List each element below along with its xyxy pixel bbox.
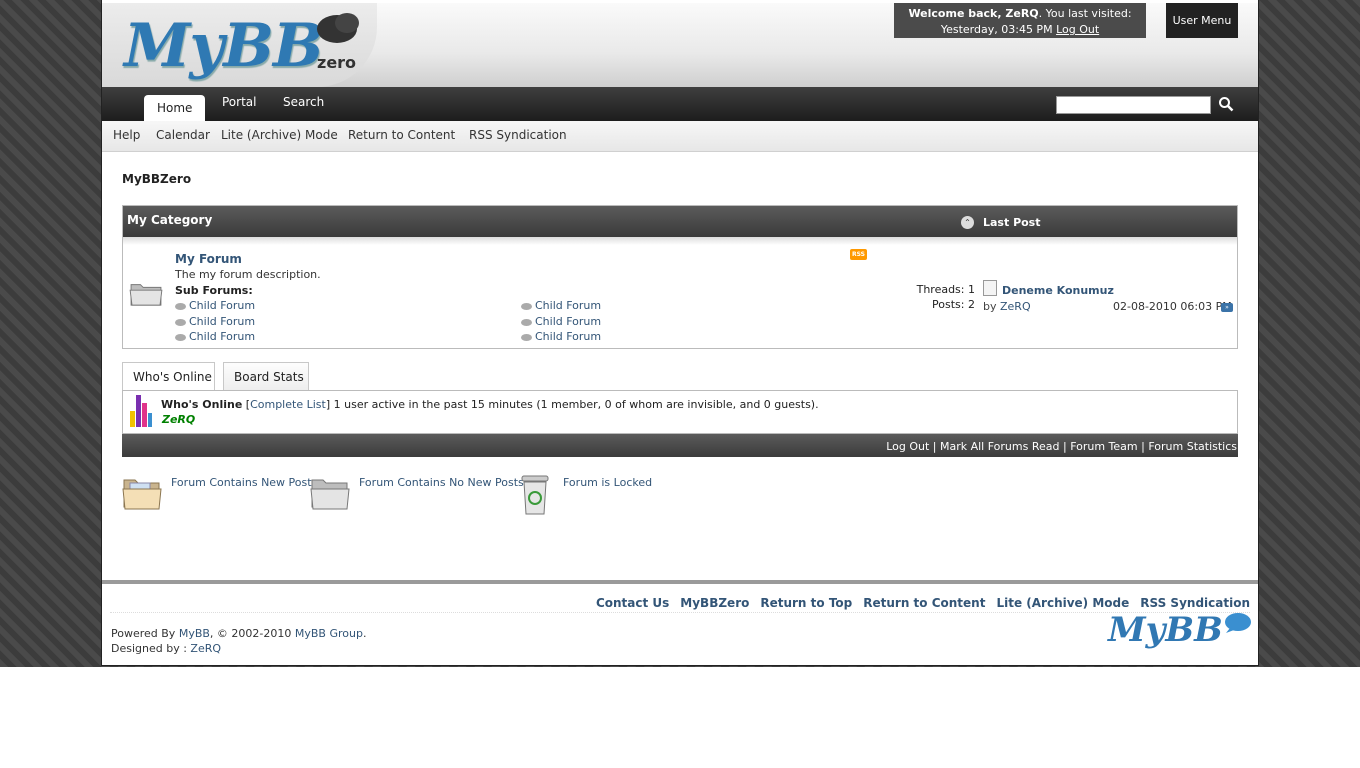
subforum-link[interactable]: Child Forum: [521, 315, 601, 328]
subforum-link[interactable]: Child Forum: [175, 299, 255, 312]
footer-mybbzero[interactable]: MyBBZero: [680, 596, 749, 610]
page-container: MyBB zero Welcome back, ZeRQ. You last v…: [101, 0, 1259, 666]
subforum-link[interactable]: Child Forum: [175, 330, 255, 343]
footer-lite-mode[interactable]: Lite (Archive) Mode: [996, 596, 1129, 610]
main-nav: Home Portal Search: [102, 87, 1258, 121]
subforums-header: Sub Forums:: [175, 284, 253, 297]
legend-locked: Forum is Locked: [563, 476, 653, 489]
whos-online-line: Who's Online [Complete List] 1 user acti…: [161, 398, 819, 411]
posts-count: Posts: 2: [932, 298, 975, 311]
online-user-link[interactable]: ZeRQ: [162, 413, 195, 426]
tab-whos-online[interactable]: Who's Online: [122, 362, 215, 391]
welcome-rest: . You last visited:: [1038, 7, 1132, 20]
speech-bubble-icon: [521, 302, 532, 310]
tab-portal[interactable]: Portal: [222, 95, 256, 109]
user-menu-button[interactable]: User Menu: [1166, 3, 1238, 38]
recycle-bin-icon: [521, 475, 549, 515]
document-icon: [983, 280, 997, 296]
row-shade: [123, 237, 1237, 245]
breadcrumb[interactable]: MyBBZero: [122, 172, 191, 186]
forum-statistics-link[interactable]: Forum Statistics: [1148, 440, 1237, 453]
logout-link[interactable]: Log Out: [1056, 23, 1099, 36]
threads-count: Threads: 1: [916, 283, 975, 296]
logo-text: MyBB: [124, 11, 324, 81]
category-header: My Category ⌃ Last Post: [123, 206, 1237, 237]
logo-sub: zero: [317, 53, 357, 72]
folder-icon: [129, 284, 163, 306]
footer-logo[interactable]: MyBB: [1108, 610, 1223, 650]
footer-rss[interactable]: RSS Syndication: [1140, 596, 1250, 610]
powered-by: Powered By MyBB, © 2002-2010 MyBB Group.…: [111, 627, 367, 655]
last-post-title[interactable]: Deneme Konumuz: [1002, 284, 1114, 297]
footer-contact-us[interactable]: Contact Us: [596, 596, 669, 610]
subnav-return-content[interactable]: Return to Content: [348, 128, 455, 142]
forum-description: The my forum description.: [175, 268, 321, 281]
subforum-link[interactable]: Child Forum: [521, 299, 601, 312]
last-visit: Yesterday, 03:45 PM: [940, 23, 1053, 36]
forum-team-link[interactable]: Forum Team: [1070, 440, 1137, 453]
speech-bubble-icon: [521, 333, 532, 341]
tab-search[interactable]: Search: [283, 95, 324, 109]
tab-board-stats[interactable]: Board Stats: [223, 362, 309, 390]
collapse-icon[interactable]: ⌃: [961, 216, 974, 229]
logout-link[interactable]: Log Out: [886, 440, 929, 453]
complete-list-link[interactable]: Complete List: [250, 398, 326, 411]
bottom-links-bar: Log Out | Mark All Forums Read | Forum T…: [122, 434, 1238, 457]
new-posts-folder-icon: [122, 479, 162, 510]
online-summary: 1 user active in the past 15 minutes (1 …: [333, 398, 819, 411]
whos-online-panel: Who's Online [Complete List] 1 user acti…: [122, 390, 1238, 434]
mark-read-link[interactable]: Mark All Forums Read: [940, 440, 1060, 453]
speech-bubble-icon: [335, 13, 359, 33]
speech-bubble-icon: [175, 318, 186, 326]
category-table: My Category ⌃ Last Post My Forum The my …: [122, 205, 1238, 349]
whos-online-title: Who's Online: [161, 398, 243, 411]
header: MyBB zero Welcome back, ZeRQ. You last v…: [102, 3, 1258, 87]
last-post-date: 02-08-2010 06:03 PM: [1113, 300, 1232, 313]
last-post-header: Last Post: [983, 216, 1041, 229]
go-to-last-post-icon[interactable]: »: [1221, 303, 1233, 312]
speech-bubble-icon: [521, 318, 532, 326]
subforum-link[interactable]: Child Forum: [175, 315, 255, 328]
footer-return-top[interactable]: Return to Top: [760, 596, 852, 610]
search-input[interactable]: [1056, 96, 1211, 114]
subforum-link[interactable]: Child Forum: [521, 330, 601, 343]
legend-no-new-posts: Forum Contains No New Posts: [359, 476, 524, 489]
footer-divider: [110, 612, 1250, 613]
logo[interactable]: MyBB zero: [102, 3, 377, 87]
speech-bubble-icon: [175, 302, 186, 310]
subnav-lite-mode[interactable]: Lite (Archive) Mode: [221, 128, 338, 142]
footer-return-content[interactable]: Return to Content: [863, 596, 985, 610]
subnav-help[interactable]: Help: [113, 128, 140, 142]
rss-icon[interactable]: RSS: [850, 249, 867, 260]
category-title[interactable]: My Category: [127, 213, 212, 227]
mybb-group-link[interactable]: MyBB Group: [295, 627, 363, 640]
last-post-by: by ZeRQ: [983, 300, 1031, 313]
stats-bars-icon: [130, 395, 152, 427]
designer-link[interactable]: ZeRQ: [190, 642, 221, 655]
speech-bubble-icon: [1225, 613, 1251, 633]
sub-nav: Help Calendar Lite (Archive) Mode Return…: [102, 121, 1258, 152]
tab-home[interactable]: Home: [144, 95, 206, 121]
footer-links: Contact Us MyBBZero Return to Top Return to…: [585, 596, 1250, 610]
mybb-link[interactable]: MyBB: [179, 627, 210, 640]
forum-name[interactable]: My Forum: [175, 252, 242, 266]
last-post-author[interactable]: ZeRQ: [1000, 300, 1031, 313]
subnav-calendar[interactable]: Calendar: [156, 128, 210, 142]
welcome-panel: Welcome back, ZeRQ. You last visited: Ye…: [894, 3, 1146, 38]
footer-separator: [102, 580, 1258, 584]
legend-new-posts: Forum Contains New Posts: [171, 476, 318, 489]
search-icon[interactable]: [1218, 96, 1234, 112]
speech-bubble-icon: [175, 333, 186, 341]
welcome-text: Welcome back, ZeRQ: [908, 7, 1039, 20]
subnav-rss[interactable]: RSS Syndication: [469, 128, 567, 142]
no-new-posts-folder-icon: [310, 479, 350, 510]
